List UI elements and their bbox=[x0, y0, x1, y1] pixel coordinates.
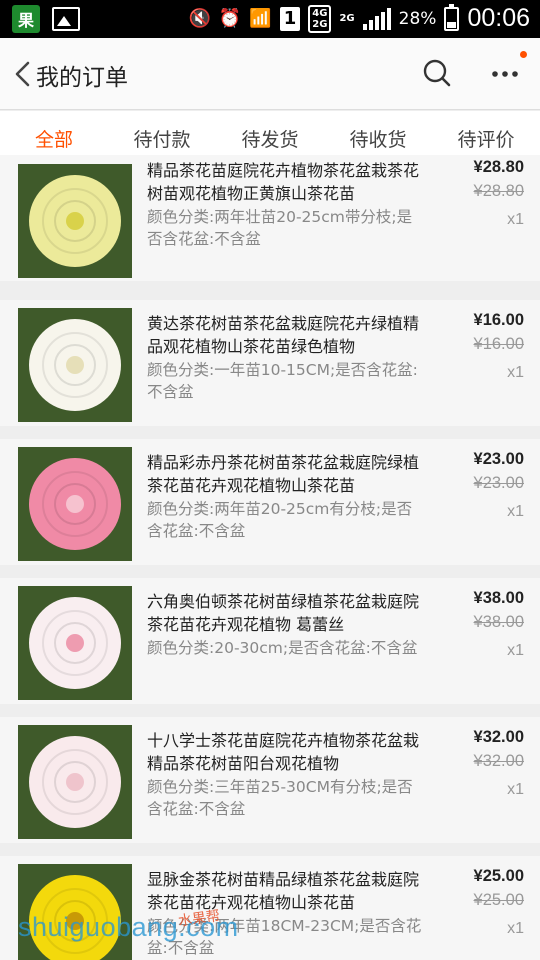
product-quantity: x1 bbox=[507, 364, 524, 381]
product-specs: 颜色分类:一年苗10-15CM;是否含花盆:不含盆 bbox=[147, 361, 418, 401]
product-quantity: x1 bbox=[507, 781, 524, 798]
wifi-icon: 📶 bbox=[249, 7, 272, 29]
order-item[interactable]: 六角奥伯顿茶花树苗绿植茶花盆栽庭院茶花苗花卉观花植物 葛蕾丝 颜色分类:20-3… bbox=[0, 578, 540, 704]
product-quantity: x1 bbox=[507, 503, 524, 520]
original-price: ¥16.00 bbox=[473, 335, 524, 353]
product-price: ¥32.00 bbox=[473, 728, 524, 746]
product-title[interactable]: 精品彩赤丹茶花树苗茶花盆栽庭院绿植茶花苗花卉观花植物山茶花苗 bbox=[147, 451, 423, 497]
mute-icon: 🔇 bbox=[188, 7, 211, 29]
product-title[interactable]: 显脉金茶花树苗精品绿植茶花盆栽庭院茶花苗花卉观花植物山茶花苗 bbox=[147, 868, 423, 914]
product-quantity: x1 bbox=[507, 642, 524, 659]
network-2g-label: 2G bbox=[339, 13, 355, 24]
product-specs: 颜色分类:两年壮苗20-25cm带分枝;是否含花盆:不含盆 bbox=[147, 208, 413, 248]
product-specs: 颜色分类:20-30cm;是否含花盆:不含盆 bbox=[147, 639, 418, 657]
network-type-icon: 4G 2G bbox=[308, 4, 332, 33]
order-item[interactable]: 黄达茶花树苗茶花盆栽庭院花卉绿植精品观花植物山茶花苗绿色植物 颜色分类:一年苗1… bbox=[0, 300, 540, 426]
more-options-icon[interactable] bbox=[488, 60, 522, 88]
original-price: ¥32.00 bbox=[473, 752, 524, 770]
search-icon[interactable] bbox=[422, 58, 452, 88]
product-thumbnail[interactable] bbox=[18, 308, 132, 422]
status-bar: 果 🔇 ⏰ 📶 1 4G 2G 2G 28% 00:06 bbox=[0, 0, 540, 38]
original-price: ¥25.00 bbox=[473, 891, 524, 909]
notification-dot bbox=[520, 51, 527, 58]
gallery-notification-icon bbox=[52, 7, 80, 31]
product-quantity: x1 bbox=[507, 211, 524, 228]
product-price: ¥25.00 bbox=[473, 867, 524, 885]
battery-icon bbox=[444, 3, 460, 31]
order-item[interactable]: 精品茶花苗庭院花卉植物茶花盆栽茶花树苗观花植物正黄旗山茶花苗 颜色分类:两年壮苗… bbox=[0, 155, 540, 281]
product-specs: 颜色分类:三年苗25-30CM有分枝;是否含花盆:不含盆 bbox=[147, 778, 413, 818]
product-price: ¥23.00 bbox=[473, 450, 524, 468]
product-thumbnail[interactable] bbox=[18, 586, 132, 700]
order-item[interactable]: 显脉金茶花树苗精品绿植茶花盆栽庭院茶花苗花卉观花植物山茶花苗 颜色分类:两年苗1… bbox=[0, 856, 540, 960]
signal-strength-icon bbox=[362, 7, 391, 30]
product-title[interactable]: 精品茶花苗庭院花卉植物茶花盆栽茶花树苗观花植物正黄旗山茶花苗 bbox=[147, 159, 423, 205]
app-notification-icon: 果 bbox=[12, 5, 40, 33]
product-title[interactable]: 十八学士茶花苗庭院花卉植物茶花盆栽精品茶花树苗阳台观花植物 bbox=[147, 729, 423, 775]
product-price: ¥28.80 bbox=[473, 158, 524, 176]
header-bar: 我的订单 bbox=[0, 38, 540, 110]
original-price: ¥38.00 bbox=[473, 613, 524, 631]
product-title[interactable]: 黄达茶花树苗茶花盆栽庭院花卉绿植精品观花植物山茶花苗绿色植物 bbox=[147, 312, 423, 358]
alarm-icon: ⏰ bbox=[218, 7, 242, 29]
product-specs: 颜色分类:两年苗20-25cm有分枝;是否含花盆:不含盆 bbox=[147, 500, 413, 540]
product-thumbnail[interactable] bbox=[18, 725, 132, 839]
page-title: 我的订单 bbox=[36, 65, 128, 91]
sim-slot-icon: 1 bbox=[279, 6, 301, 31]
product-thumbnail[interactable] bbox=[18, 164, 132, 278]
order-item[interactable]: 精品彩赤丹茶花树苗茶花盆栽庭院绿植茶花苗花卉观花植物山茶花苗 颜色分类:两年苗2… bbox=[0, 439, 540, 565]
original-price: ¥23.00 bbox=[473, 474, 524, 492]
product-title[interactable]: 六角奥伯顿茶花树苗绿植茶花盆栽庭院茶花苗花卉观花植物 葛蕾丝 bbox=[147, 590, 423, 636]
order-item[interactable]: 十八学士茶花苗庭院花卉植物茶花盆栽精品茶花树苗阳台观花植物 颜色分类:三年苗25… bbox=[0, 717, 540, 843]
product-quantity: x1 bbox=[507, 920, 524, 937]
product-price: ¥16.00 bbox=[473, 311, 524, 329]
original-price: ¥28.80 bbox=[473, 182, 524, 200]
product-price: ¥38.00 bbox=[473, 589, 524, 607]
product-thumbnail[interactable] bbox=[18, 447, 132, 561]
battery-percent: 28% bbox=[398, 8, 437, 29]
clock: 00:06 bbox=[467, 4, 530, 32]
